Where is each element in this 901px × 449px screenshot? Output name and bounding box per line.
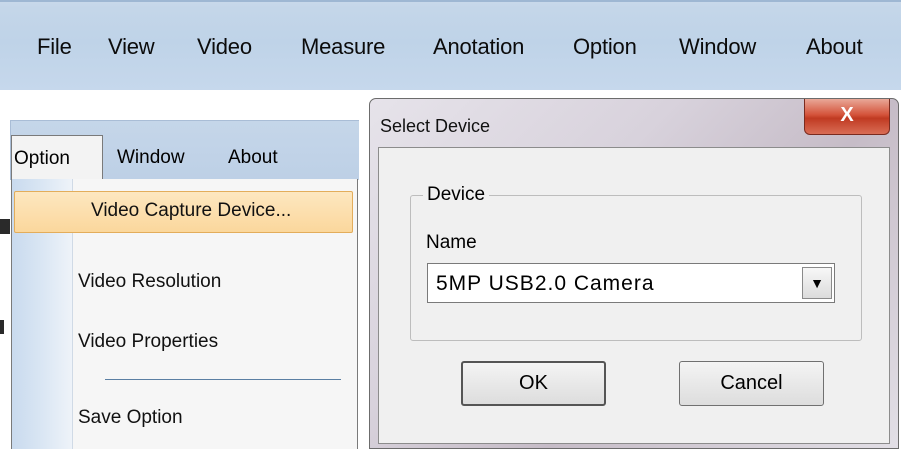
tab-option[interactable]: Option [11,135,103,180]
name-label: Name [426,232,477,253]
option-dropdown: Video Capture Device... Video Resolution… [11,179,358,449]
menu-item-video-properties[interactable]: Video Properties [78,331,218,353]
menu-view[interactable]: View [108,34,155,60]
tab-window[interactable]: Window [117,147,185,169]
menu-file[interactable]: File [37,34,72,60]
tab-about[interactable]: About [228,147,278,169]
menu-about[interactable]: About [806,34,863,60]
window-edge [0,219,10,234]
cancel-button[interactable]: Cancel [679,361,824,406]
close-button[interactable]: X [804,99,890,135]
chevron-down-icon[interactable]: ▼ [802,267,832,299]
menu-bar: File View Video Measure Anotation Option… [0,0,901,90]
menu-video[interactable]: Video [197,34,252,60]
menu-item-video-capture-device[interactable]: Video Capture Device... [14,191,353,233]
menu-item-label: Video Capture Device... [91,200,292,221]
menu-option[interactable]: Option [573,34,637,60]
dialog-client-area: Device Name 5MP USB2.0 Camera ▼ OK Cance… [378,147,890,444]
menu-measure[interactable]: Measure [301,34,385,60]
menu-strip: Option Window About [10,120,359,180]
device-group-label: Device [423,184,490,206]
close-icon: X [840,104,854,126]
ok-button[interactable]: OK [461,361,606,406]
option-menu-panel: Option Window About Video Capture Device… [0,120,359,449]
device-select-value: 5MP USB2.0 Camera [436,272,655,295]
menu-anotation[interactable]: Anotation [433,34,524,60]
window-edge [0,320,4,334]
menu-item-video-resolution[interactable]: Video Resolution [78,271,221,293]
dialog-title: Select Device [380,116,491,136]
menu-window[interactable]: Window [679,34,756,60]
menu-separator [105,379,341,380]
device-select[interactable]: 5MP USB2.0 Camera ▼ [427,263,835,303]
select-device-dialog: Select Device X Device Name 5MP USB2.0 C… [369,98,899,449]
menu-item-save-option[interactable]: Save Option [78,407,183,429]
